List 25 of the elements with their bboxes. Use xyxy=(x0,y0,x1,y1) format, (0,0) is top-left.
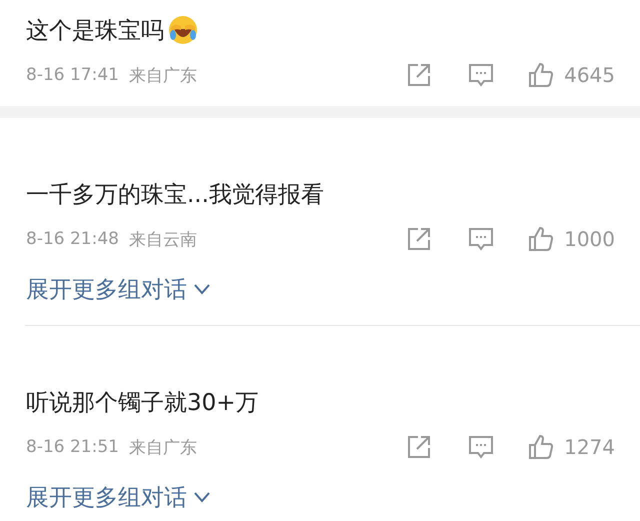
comment-icon[interactable] xyxy=(468,434,494,460)
comment-location: 来自广东 xyxy=(128,64,197,86)
share-icon[interactable] xyxy=(406,434,432,460)
like-count: 1274 xyxy=(564,435,615,459)
comment-text: 听说那个镯子就30+万 xyxy=(26,388,259,418)
expand-conversations-link[interactable]: 展开更多组对话 xyxy=(26,481,211,513)
thumbs-up-icon[interactable] xyxy=(528,226,554,252)
like-count: 4645 xyxy=(564,63,615,87)
share-icon[interactable] xyxy=(406,226,432,252)
comment-time: 8-16 21:48 xyxy=(26,229,119,249)
chevron-down-icon xyxy=(193,283,211,295)
comment-time: 8-16 17:41 xyxy=(26,65,119,85)
comment-text: 一千多万的珠宝...我觉得报看 xyxy=(26,180,324,210)
comment-location: 来自广东 xyxy=(128,436,197,458)
comment-time: 8-16 21:51 xyxy=(26,437,119,457)
comment-location: 来自云南 xyxy=(128,228,197,250)
comment-icon[interactable] xyxy=(468,62,494,88)
chevron-down-icon xyxy=(193,491,211,503)
expand-conversations-link[interactable]: 展开更多组对话 xyxy=(26,273,211,305)
thumbs-up-icon[interactable] xyxy=(528,434,554,460)
share-icon[interactable] xyxy=(406,62,432,88)
thumbs-up-icon[interactable] xyxy=(528,62,554,88)
like-count: 1000 xyxy=(564,227,615,251)
comment-icon[interactable] xyxy=(468,226,494,252)
comment-text: 这个是珠宝吗 xyxy=(26,16,164,46)
